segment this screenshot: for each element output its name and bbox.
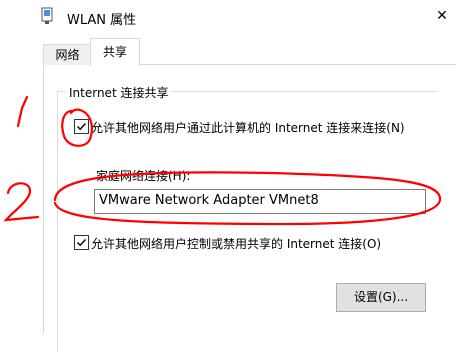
window-title: WLAN 属性	[67, 13, 137, 28]
checkmark-icon	[77, 239, 87, 247]
title-bar: WLAN 属性 ✕	[0, 0, 456, 34]
home-connection-label: 家庭网络连接(H):	[96, 169, 191, 183]
allow-share-label[interactable]: 允许其他网络用户通过此计算机的 Internet 连接来连接(N)	[91, 119, 405, 136]
group-title: Internet 连接共享	[66, 84, 172, 101]
home-connection-field[interactable]: VMware Network Adapter VMnet8	[94, 189, 426, 214]
allow-control-checkbox[interactable]	[74, 235, 89, 250]
allow-control-label[interactable]: 允许其他网络用户控制或禁用共享的 Internet 连接(O)	[91, 235, 381, 252]
home-connection-value: VMware Network Adapter VMnet8	[99, 193, 319, 208]
handwritten-number-1	[16, 95, 29, 128]
allow-share-checkbox[interactable]	[74, 119, 89, 134]
settings-button[interactable]: 设置(G)...	[336, 283, 426, 312]
checkmark-icon	[77, 123, 87, 131]
network-icon	[40, 7, 54, 28]
tab-network[interactable]: 网络	[43, 44, 92, 65]
close-button[interactable]: ✕	[430, 4, 454, 28]
handwritten-number-2	[3, 182, 40, 222]
tab-sharing[interactable]: 共享	[90, 38, 140, 66]
